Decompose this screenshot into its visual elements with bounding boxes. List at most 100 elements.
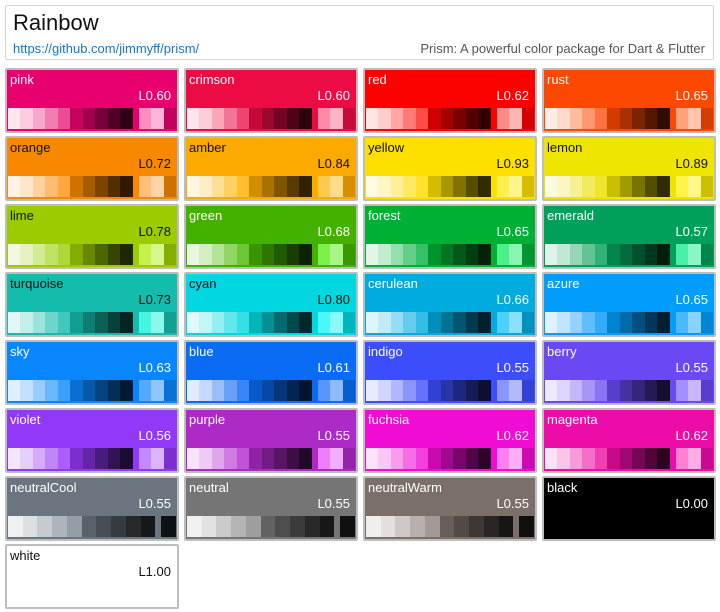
color-card-magenta: magenta L0.62: [542, 408, 716, 473]
color-swatch: [521, 380, 535, 401]
color-swatch: [317, 380, 331, 401]
color-swatch: [163, 176, 177, 197]
color-card-yellow: yellow L0.93: [363, 136, 537, 201]
color-swatch: [478, 448, 491, 469]
color-name: magenta: [547, 412, 598, 427]
color-swatch: [700, 176, 714, 197]
color-swatch: [342, 380, 356, 401]
color-swatch: [187, 108, 200, 129]
swatch-strip: [187, 108, 356, 129]
color-swatch: [224, 108, 237, 129]
color-swatch: [657, 176, 670, 197]
color-name: berry: [547, 344, 577, 359]
color-swatch: [163, 244, 177, 265]
color-swatch: [403, 380, 416, 401]
color-card-lemon: lemon L0.89: [542, 136, 716, 201]
color-swatch: [187, 380, 200, 401]
color-swatch: [261, 380, 275, 401]
color-swatch: [304, 516, 320, 537]
color-name: emerald: [547, 208, 594, 223]
lightness-label: L0.55: [317, 496, 350, 511]
color-swatch: [607, 176, 620, 197]
color-swatch: [299, 176, 312, 197]
color-swatch: [390, 176, 404, 197]
color-swatch: [582, 448, 595, 469]
lightness-label: L0.84: [317, 156, 350, 171]
color-swatch: [261, 312, 275, 333]
swatch-strip: [8, 516, 177, 537]
color-swatch: [440, 312, 454, 333]
lightness-label: L0.55: [496, 496, 529, 511]
color-swatch: [120, 244, 133, 265]
color-swatch: [82, 380, 96, 401]
color-swatch: [57, 176, 71, 197]
color-swatch: [187, 516, 202, 537]
color-swatch: [151, 108, 164, 129]
color-swatch: [521, 176, 535, 197]
color-swatch: [465, 244, 479, 265]
color-swatch: [224, 448, 237, 469]
lightness-label: L1.00: [138, 564, 171, 579]
color-swatch: [342, 108, 356, 129]
color-swatch: [8, 244, 21, 265]
color-swatch: [299, 244, 312, 265]
color-swatch: [249, 312, 262, 333]
color-swatch: [509, 380, 522, 401]
color-swatch: [231, 516, 246, 537]
color-swatch: [465, 448, 479, 469]
color-swatch: [440, 108, 454, 129]
color-swatch: [95, 244, 108, 265]
color-swatch: [161, 516, 177, 537]
lightness-label: L0.55: [138, 496, 171, 511]
color-swatch: [632, 312, 645, 333]
color-swatch: [299, 380, 312, 401]
color-swatch: [20, 448, 33, 469]
color-swatch: [428, 244, 441, 265]
swatch-strip: [8, 108, 177, 129]
color-swatch: [107, 380, 121, 401]
color-swatch: [521, 108, 535, 129]
color-swatch: [249, 108, 262, 129]
color-card-neutral: neutral L0.55: [184, 476, 358, 541]
color-swatch: [366, 448, 379, 469]
swatch-strip: [187, 176, 356, 197]
color-swatch: [594, 448, 608, 469]
color-swatch: [70, 108, 83, 129]
color-swatch: [199, 312, 212, 333]
color-name: yellow: [368, 140, 405, 155]
color-swatch: [22, 516, 38, 537]
lightness-label: L0.00: [675, 496, 708, 511]
color-swatch: [380, 516, 396, 537]
color-swatch: [95, 312, 108, 333]
lightness-label: L0.55: [675, 360, 708, 375]
color-name: turquoise: [10, 276, 64, 291]
swatch-strip: [187, 448, 356, 469]
color-swatch: [410, 516, 425, 537]
color-swatch: [224, 312, 237, 333]
color-swatch: [465, 176, 479, 197]
github-link[interactable]: https://github.com/jimmyff/prism/: [13, 41, 199, 56]
color-swatch: [569, 244, 583, 265]
color-swatch: [390, 312, 404, 333]
color-swatch: [644, 380, 658, 401]
color-swatch: [632, 380, 645, 401]
swatch-strip: [366, 176, 535, 197]
color-swatch: [151, 380, 164, 401]
color-swatch: [632, 108, 645, 129]
color-swatch: [8, 516, 23, 537]
color-swatch: [700, 108, 714, 129]
color-name: lime: [10, 208, 34, 223]
color-name: purple: [189, 412, 226, 427]
color-swatch: [138, 312, 152, 333]
color-swatch: [96, 516, 112, 537]
color-swatch: [582, 244, 595, 265]
color-swatch: [163, 108, 177, 129]
color-swatch: [317, 448, 331, 469]
color-name: green: [189, 208, 223, 223]
color-card-white: white L1.00: [5, 544, 179, 609]
color-swatch: [299, 448, 312, 469]
color-swatch: [120, 380, 133, 401]
swatch-strip: [8, 244, 177, 265]
color-swatch: [319, 516, 335, 537]
color-swatch: [415, 108, 429, 129]
